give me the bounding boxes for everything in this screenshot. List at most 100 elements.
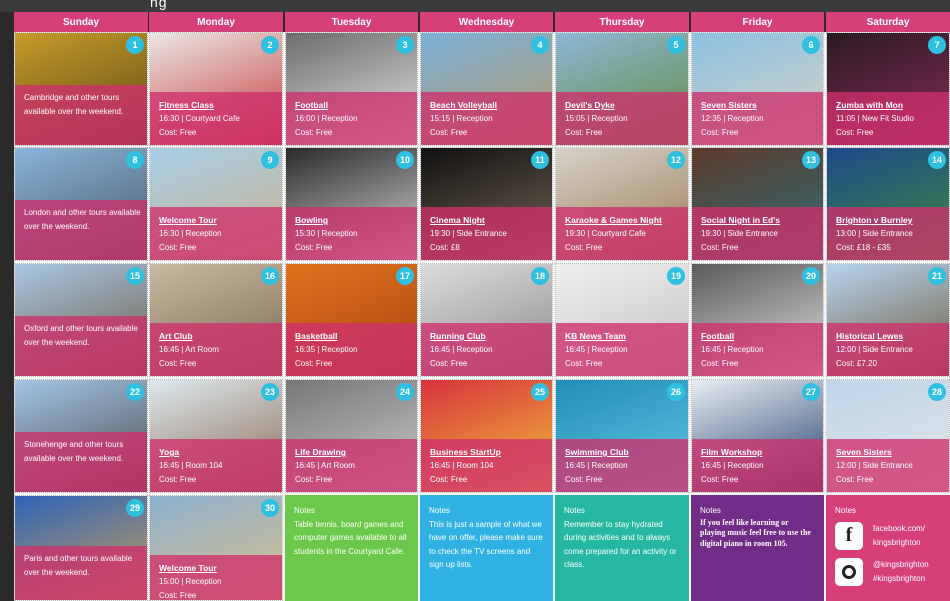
- calendar-day-cell: 5 Devil's Dyke 15:05 | Reception Cost: Free: [555, 32, 689, 146]
- calendar-day-cell: 11 Cinema Night 19:30 | Side Entrance Cost:…: [420, 147, 553, 261]
- event-time-location: 12:35 | Reception: [701, 114, 764, 123]
- event-info-overlay: Paris and other tours available over the…: [15, 546, 147, 600]
- event-title-link[interactable]: Seven Sisters: [701, 98, 817, 112]
- event-title-link[interactable]: Bowling: [295, 213, 411, 227]
- event-info-overlay: Brighton v Burnley 13:00 | Side Entrance C…: [827, 207, 949, 260]
- date-badge: 22: [126, 383, 144, 401]
- weekday-header-row: Sunday Monday Tuesday Wednesday Thursday Frid…: [14, 12, 950, 32]
- date-badge: 11: [531, 151, 549, 169]
- calendar-day-cell: 26 Swimming Club 16:45 | Reception Cost: Fr…: [555, 379, 689, 493]
- calendar-day-cell: 3 Football 16:00 | Reception Cost: Free: [285, 32, 418, 146]
- facebook-icon[interactable]: f: [835, 521, 863, 550]
- event-title-link[interactable]: Devil's Dyke: [565, 98, 682, 112]
- event-cost: Cost: Free: [701, 128, 739, 137]
- event-title-link[interactable]: Business StartUp: [430, 445, 546, 459]
- event-info-overlay: Running Club 16:45 | Reception Cost: Free: [421, 323, 552, 376]
- event-time-location: 16:35 | Reception: [295, 345, 358, 354]
- event-title-link[interactable]: Football: [701, 329, 817, 343]
- event-info-overlay: Football 16:45 | Reception Cost: Free: [692, 323, 823, 376]
- calendar-day-cell: 6 Seven Sisters 12:35 | Reception Cost: Fre…: [691, 32, 824, 146]
- event-cost: Cost: Free: [295, 359, 333, 368]
- instagram-icon[interactable]: [835, 557, 863, 586]
- event-time-location: 13:00 | Side Entrance: [836, 229, 913, 238]
- event-title-link[interactable]: Football: [295, 98, 411, 112]
- event-time-location: 19:30 | Side Entrance: [701, 229, 778, 238]
- event-title-link[interactable]: Social Night in Ed's: [701, 213, 817, 227]
- event-cost: Cost: £7.20: [836, 359, 877, 368]
- calendar-day-cell: 21 Historical Lewes 12:00 | Side Entrance C…: [826, 263, 950, 377]
- event-title-link[interactable]: Life Drawing: [295, 445, 411, 459]
- calendar-day-cell: 17 Basketball 16:35 | Reception Cost: Free: [285, 263, 418, 377]
- event-info-overlay: Film Workshop 16:45 | Reception Cost: Free: [692, 439, 823, 492]
- event-cost: Cost: Free: [701, 243, 739, 252]
- event-info-overlay: Bowling 15:30 | Reception Cost: Free: [286, 207, 417, 260]
- event-title-link[interactable]: Karaoke & Games Night: [565, 213, 682, 227]
- date-badge: 9: [261, 151, 279, 169]
- calendar-day-cell: 19 KB News Team 16:45 | Reception Cost: Fre…: [555, 263, 689, 377]
- event-cost: Cost: Free: [836, 128, 874, 137]
- event-cost: Cost: £18 - £35: [836, 243, 891, 252]
- event-title-link[interactable]: Basketball: [295, 329, 411, 343]
- event-info-overlay: Football 16:00 | Reception Cost: Free: [286, 92, 417, 145]
- day-header-thursday: Thursday: [555, 12, 689, 32]
- date-badge: 1: [126, 36, 144, 54]
- event-title-link[interactable]: Zumba with Mon: [836, 98, 943, 112]
- event-title-link[interactable]: Cinema Night: [430, 213, 546, 227]
- event-info-overlay: Fitness Class 16:30 | Courtyard Cafe Cost:…: [150, 92, 282, 145]
- event-info-overlay: Cambridge and other tours available over…: [15, 85, 147, 145]
- event-cost: Cost: Free: [565, 243, 603, 252]
- event-info-overlay: Welcome Tour 15:00 | Reception Cost: Free: [150, 555, 282, 600]
- event-title-link[interactable]: Swimming Club: [565, 445, 682, 459]
- instagram-handle[interactable]: @kingsbrighton #kingsbrighton: [873, 558, 941, 585]
- calendar-day-cell: 4 Beach Volleyball 15:15 | Reception Cost: …: [420, 32, 553, 146]
- calendar-grid: 1 Cambridge and other tours available ove…: [14, 32, 950, 601]
- date-badge: 14: [928, 151, 946, 169]
- event-time-location: 16:45 | Art Room: [295, 461, 355, 470]
- notes-heading: Notes: [835, 506, 856, 515]
- calendar-day-cell: 12 Karaoke & Games Night 19:30 | Courtyard…: [555, 147, 689, 261]
- event-time-location: 19:30 | Courtyard Cafe: [565, 229, 646, 238]
- event-time-location: 16:45 | Reception: [565, 461, 628, 470]
- event-time-location: 16:00 | Reception: [295, 114, 358, 123]
- facebook-row[interactable]: f facebook.com/ kingsbrighton: [835, 521, 941, 550]
- event-title-link[interactable]: Beach Volleyball: [430, 98, 546, 112]
- date-badge: 12: [667, 151, 685, 169]
- day-header-wednesday: Wednesday: [420, 12, 553, 32]
- event-cost: Cost: Free: [565, 359, 603, 368]
- event-info-overlay: Beach Volleyball 15:15 | Reception Cost: F…: [421, 92, 552, 145]
- event-info-overlay: Oxford and other tours available over th…: [15, 316, 147, 376]
- notes-panel: Notes This is just a sample of what we ha…: [420, 495, 553, 601]
- calendar-day-cell: 10 Bowling 15:30 | Reception Cost: Free: [285, 147, 418, 261]
- date-badge: 24: [396, 383, 414, 401]
- date-badge: 29: [126, 499, 144, 517]
- calendar-day-cell: 30 Welcome Tour 15:00 | Reception Cost: Fre…: [149, 495, 283, 601]
- calendar-day-cell: 18 Running Club 16:45 | Reception Cost: Fre…: [420, 263, 553, 377]
- event-title-link[interactable]: Historical Lewes: [836, 329, 943, 343]
- event-title-link[interactable]: Running Club: [430, 329, 546, 343]
- event-cost: Cost: Free: [159, 128, 197, 137]
- event-title-link[interactable]: Art Club: [159, 329, 276, 343]
- instagram-row[interactable]: @kingsbrighton #kingsbrighton: [835, 557, 941, 586]
- event-info-overlay: Historical Lewes 12:00 | Side Entrance Cos…: [827, 323, 949, 376]
- event-cost: Cost: Free: [159, 591, 197, 600]
- event-time-location: 16:45 | Room 104: [159, 461, 223, 470]
- event-info-overlay: Stonehenge and other tours available ove…: [15, 432, 147, 492]
- event-title-link[interactable]: KB News Team: [565, 329, 682, 343]
- date-badge: 10: [396, 151, 414, 169]
- facebook-handle[interactable]: facebook.com/ kingsbrighton: [873, 522, 941, 549]
- event-title-link[interactable]: Welcome Tour: [159, 213, 276, 227]
- event-title-link[interactable]: Fitness Class: [159, 98, 276, 112]
- event-title-link[interactable]: Film Workshop: [701, 445, 817, 459]
- date-badge: 17: [396, 267, 414, 285]
- event-time-location: 16:45 | Room 104: [430, 461, 494, 470]
- event-title-link[interactable]: Yoga: [159, 445, 276, 459]
- notes-panel: Notes Remember to stay hydrated during ac…: [555, 495, 689, 601]
- calendar-day-cell: 20 Football 16:45 | Reception Cost: Free: [691, 263, 824, 377]
- calendar-day-cell: 9 Welcome Tour 16:30 | Reception Cost: Free: [149, 147, 283, 261]
- event-title-link[interactable]: Welcome Tour: [159, 561, 276, 575]
- window-title: ng: [150, 0, 168, 10]
- calendar-day-cell: 28 Seven Sisters 12:00 | Side Entrance Cost…: [826, 379, 950, 493]
- day-header-tuesday: Tuesday: [285, 12, 418, 32]
- event-title-link[interactable]: Seven Sisters: [836, 445, 943, 459]
- event-title-link[interactable]: Brighton v Burnley: [836, 213, 943, 227]
